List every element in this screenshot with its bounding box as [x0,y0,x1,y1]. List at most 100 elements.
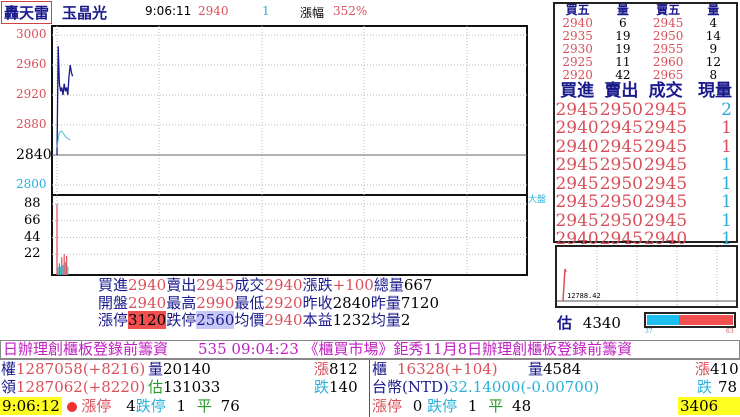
ask-header: 賣出 [604,81,639,101]
limup-count: 4 [126,397,136,415]
sell-label: 賣出 [166,276,197,294]
info-row-3: 漲停3120跌停2560均價2940本益1232均量2 [98,311,439,330]
tick-deal: 2945 [643,155,688,175]
otc-limdn-label: 跌停 [427,397,458,415]
low-value: 2920 [264,293,303,312]
ratio-down [647,315,679,325]
change-label: 漲幅 [300,6,325,20]
lead-value: 1287062(+8220) [16,378,146,396]
deal-value: 2940 [264,276,303,294]
estimate: 估 4340 [557,312,621,333]
index-value: 12788.42 [567,292,601,300]
avgvol-label: 均量 [370,311,401,329]
estimate-label: 估 [557,314,573,332]
est-label: 估 [148,378,164,396]
stock-name[interactable]: 玉晶光 [62,2,107,23]
otc-flat-label: 平 [488,397,504,415]
otc-dn-value: 78 [718,378,738,396]
tick-ask: 2950 [599,155,643,175]
market-label[interactable]: 大盤 [528,192,546,205]
brand-logo: 轟天雷 [1,1,53,24]
deal-header: 成交 [648,81,683,101]
twse-dn-label: 跌 [314,378,330,396]
news-marquee[interactable]: 日辦理創櫃板登錄前籌資 535 09:04:23 《櫃買市場》鉅秀11月8日辦理… [0,340,740,359]
limdn-count: 1 [176,397,187,415]
prevvol-label: 昨量 [370,293,401,312]
otc-limup-label: 漲停 [372,397,403,415]
otc-flat-count: 48 [512,397,532,415]
tick-ask: 2950 [599,210,643,231]
buy-label: 買進 [98,276,129,294]
avg-value: 2940 [264,311,303,329]
otc-limup-count: 0 [412,397,423,415]
tick-ask: 2950 [599,192,643,212]
info-row-2: 開盤2940最高2990最低2920昨收2840昨量7120 [98,293,440,313]
open-label: 開盤 [98,293,129,312]
tick-deal: 2945 [643,118,688,138]
market-summary: 權1287058(+8216) 量20140 漲812 領1287062(+82… [0,359,740,417]
quote-price: 2940 [198,4,229,18]
info-row-1: 買進2940賣出2945成交2940漲跌+100總量667 [98,276,439,295]
avgvol-value: 2 [400,311,411,329]
twse-value: 1287058(+8216) [16,360,146,378]
tick-row: 2945 2950 2945 1 [555,212,736,231]
tick-deal: 2945 [643,99,688,120]
prev-value: 2840 [332,293,371,312]
chart-canvas [51,25,528,276]
tick-row: 2940 2945 2945 1 [555,119,736,138]
tick-bid: 2945 [555,210,599,231]
high-label: 最高 [166,293,197,312]
avg-price-line [56,130,71,148]
tick-row: 2945 2950 2945 1 [555,156,736,175]
change-pct: 352% [333,4,368,18]
tick-qty: 2 [721,99,732,120]
ratio-down-label: 37 [645,328,653,335]
sell-value: 2945 [196,276,235,294]
tick-bid: 2940 [555,118,599,138]
limdn-count-label: 跌停 [135,397,166,415]
limup-count-label: 漲停 [81,397,112,415]
fx-value: 32.14000(-0.00700) [448,378,600,396]
tick-qty: 1 [721,136,732,157]
otc-value: 16328(+104) [397,360,498,378]
totvol-label: 總量 [373,276,404,294]
clock: 9:06:12 [0,397,62,415]
counter-value: 3406 [678,397,740,415]
tick-ask: 2945 [599,118,643,138]
tick-qty: 1 [721,173,732,194]
tick-bid: 2945 [555,155,599,175]
qty-header: 現量 [698,81,732,101]
tick-qty: 1 [721,192,732,212]
twse-dn-value: 140 [329,378,358,396]
chg-value: +100 [332,276,374,294]
tick-bid: 2945 [555,173,599,194]
limdn-label: 跌停 [166,311,197,329]
otc-vol-label: 量 [528,360,544,378]
price-line [56,46,74,156]
prevvol-value: 7120 [400,293,440,312]
index-mini-chart[interactable]: 12788.42 [555,245,738,308]
tick-qty: 1 [721,118,732,138]
tick-ask: 2950 [599,99,643,120]
otc-label: 櫃 [372,360,388,378]
twse-vol-label: 量 [148,360,164,378]
tick-qty: 1 [721,155,732,175]
open-value: 2940 [128,293,167,312]
tick-row: 2945 2950 2945 1 [555,175,736,194]
tick-deal: 2945 [643,173,688,194]
tick-deal: 2945 [643,210,688,231]
twse-label: 權 [1,360,17,378]
quote-info: 買進2940賣出2945成交2940漲跌+100總量667 開盤2940最高29… [98,276,440,330]
pe-value: 1232 [332,311,371,329]
limup-value: 3120 [128,311,167,329]
tick-bid: 2940 [555,136,599,157]
tick-ask: 2950 [599,173,643,194]
intraday-chart[interactable]: 3000 2960 2920 2880 2840 2800 88 66 44 22 大盤 [0,24,550,279]
title-bar: 轟天雷 玉晶光 9:06:11 2940 1 漲幅 352% [0,0,550,24]
low-label: 最低 [234,293,265,312]
tick-row: 2945 2950 2945 1 [555,193,736,212]
avg-label: 均價 [234,311,265,329]
tick-bid: 2945 [555,192,599,212]
ratio-up-label: 63 [726,328,734,335]
limdn-value: 2560 [196,311,235,329]
